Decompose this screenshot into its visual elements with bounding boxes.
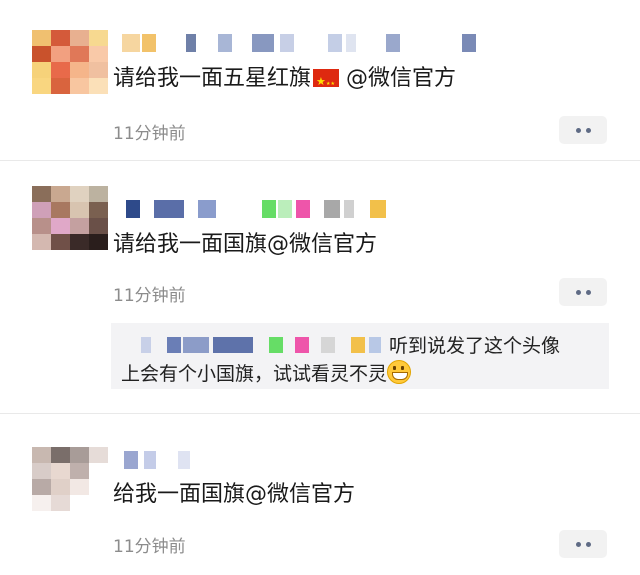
more-dots-icon[interactable] xyxy=(559,278,607,306)
post-content: 请给我一面国旗@微信官方 xyxy=(113,232,378,257)
avatar[interactable] xyxy=(32,186,108,250)
commenter-name-blurred[interactable] xyxy=(121,337,391,353)
post-time: 11分钟前 xyxy=(113,286,186,306)
username-blurred[interactable] xyxy=(118,451,218,469)
username-blurred[interactable] xyxy=(118,34,498,52)
divider xyxy=(0,413,640,414)
comment-line-1: 听到说发了这个头像 xyxy=(389,335,561,357)
china-flag-emoji xyxy=(313,67,340,99)
more-dots-icon[interactable] xyxy=(559,116,607,144)
more-dots-icon[interactable] xyxy=(559,530,607,558)
post-content: 给我一面国旗@微信官方 xyxy=(113,482,356,507)
post-time: 11分钟前 xyxy=(113,124,186,144)
post-time: 11分钟前 xyxy=(113,537,186,557)
comment-box: 听到说发了这个头像 上会有个小国旗，试试看灵不灵 xyxy=(111,323,609,389)
username-blurred[interactable] xyxy=(118,200,398,218)
avatar[interactable] xyxy=(32,447,108,511)
grinning-face-emoji xyxy=(387,360,412,384)
post-content: 请给我一面五星红旗 @微信官方 xyxy=(113,64,456,99)
divider xyxy=(0,160,640,161)
comment-line-2: 上会有个小国旗，试试看灵不灵 xyxy=(121,359,412,386)
avatar[interactable] xyxy=(32,30,108,94)
